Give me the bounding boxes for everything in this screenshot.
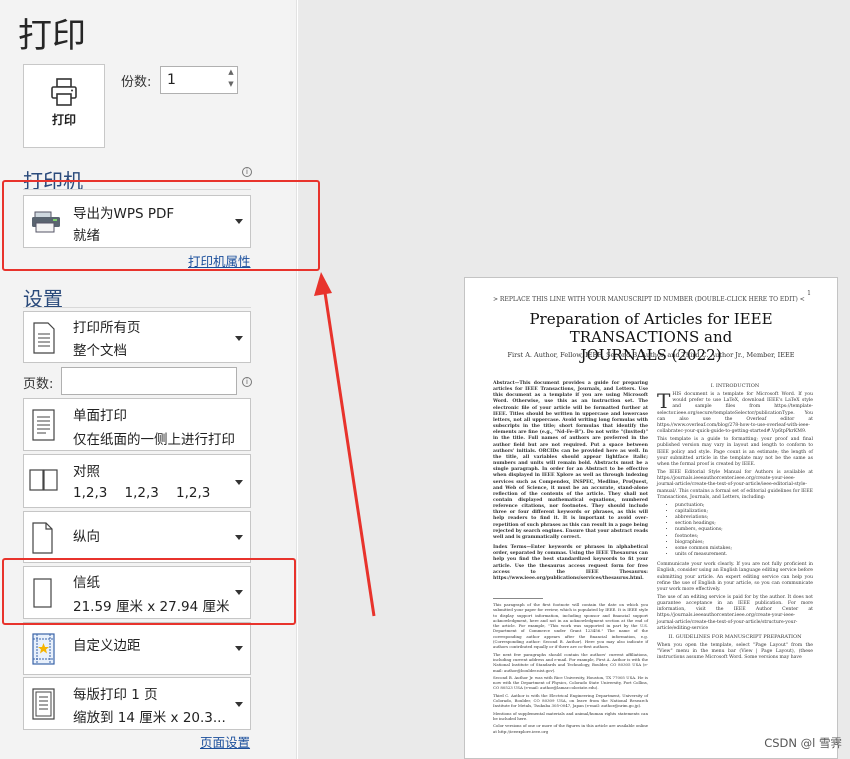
watermark: CSDN @l 雪霁 bbox=[764, 736, 842, 750]
annotation-arrow bbox=[314, 272, 376, 617]
